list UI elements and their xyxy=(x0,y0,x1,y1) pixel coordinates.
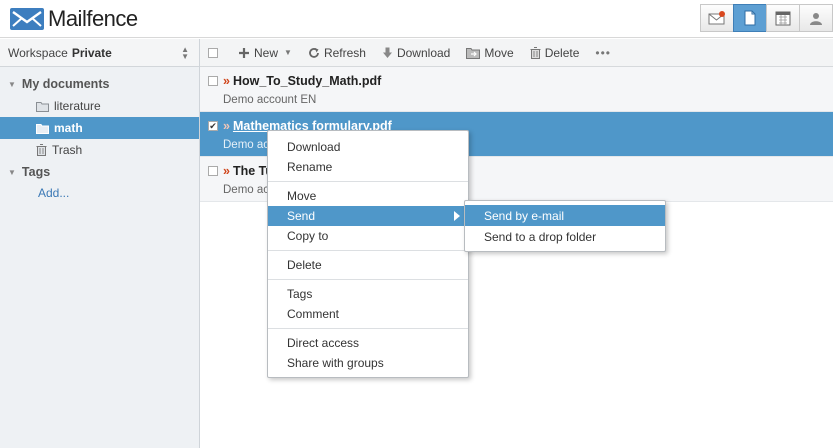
delete-label: Delete xyxy=(544,45,580,60)
menu-separator xyxy=(268,181,468,182)
row-checkbox[interactable] xyxy=(208,166,218,176)
move-label: Move xyxy=(484,45,514,60)
menu-item-direct-access[interactable]: Direct access xyxy=(268,333,468,353)
download-label: Download xyxy=(396,45,451,60)
more-dots-icon: ••• xyxy=(595,45,611,60)
menu-item-download[interactable]: Download xyxy=(268,137,468,157)
trash-icon xyxy=(36,144,47,156)
folder-label: math xyxy=(54,121,83,135)
folder-label: Trash xyxy=(52,143,83,157)
menu-item-share-with-groups[interactable]: Share with groups xyxy=(268,353,468,373)
menu-item-rename[interactable]: Rename xyxy=(268,157,468,177)
select-all-checkbox[interactable] xyxy=(208,47,218,58)
mailfence-logo[interactable]: Mailfence xyxy=(10,6,138,32)
workspace-label: Workspace xyxy=(8,45,68,60)
plus-icon xyxy=(238,47,250,59)
my-documents-section[interactable]: ▼ My documents xyxy=(0,73,199,95)
delete-button[interactable]: Delete xyxy=(524,42,586,64)
new-button[interactable]: New ▼ xyxy=(232,42,298,64)
menu-item-delete[interactable]: Delete xyxy=(268,255,468,275)
menu-item-comment[interactable]: Comment xyxy=(268,304,468,324)
more-options-button[interactable]: ••• xyxy=(589,42,617,64)
documents-app-button[interactable] xyxy=(733,4,767,32)
menu-separator xyxy=(268,279,468,280)
download-icon xyxy=(382,47,393,59)
document-name[interactable]: » How_To_Study_Math.pdf xyxy=(223,74,381,88)
submenu-arrow-icon xyxy=(454,211,460,221)
menu-item-tags[interactable]: Tags xyxy=(268,284,468,304)
menu-item-send-label: Send xyxy=(287,209,316,223)
folder-label: literature xyxy=(54,99,101,113)
my-documents-label: My documents xyxy=(21,77,110,91)
menu-item-copy-to[interactable]: Copy to xyxy=(268,226,468,246)
document-name[interactable]: » The Tu xyxy=(223,164,273,178)
app-name: Mailfence xyxy=(48,6,138,31)
documents-icon xyxy=(744,10,756,26)
folder-icon xyxy=(36,101,49,112)
refresh-button[interactable]: Refresh xyxy=(302,42,372,64)
folder-icon xyxy=(36,123,49,134)
folder-math[interactable]: math xyxy=(0,117,199,139)
expand-triangle-icon: ▼ xyxy=(8,79,16,89)
calendar-app-button[interactable] xyxy=(766,4,800,32)
document-name-text: How_To_Study_Math.pdf xyxy=(232,74,382,88)
mail-icon xyxy=(708,11,725,25)
move-button[interactable]: Move xyxy=(460,42,519,64)
workspace-selector[interactable]: Workspace Private ▲ ▼ xyxy=(0,39,199,67)
mail-app-button[interactable] xyxy=(700,4,734,32)
row-checkbox[interactable] xyxy=(208,76,218,86)
sidebar: Workspace Private ▲ ▼ ▼ My documents lite… xyxy=(0,39,200,448)
move-icon xyxy=(466,47,481,59)
folder-literature[interactable]: literature xyxy=(0,95,199,117)
workspace-value: Private xyxy=(71,45,112,60)
document-owner: Demo account EN xyxy=(223,94,317,106)
row-checkbox[interactable]: ✔ xyxy=(208,121,218,131)
refresh-label: Refresh xyxy=(323,45,366,60)
menu-item-send-by-email[interactable]: Send by e-mail xyxy=(465,205,665,226)
tags-section[interactable]: ▼ Tags xyxy=(0,161,199,183)
expand-triangle-icon: ▼ xyxy=(8,167,16,177)
tags-label: Tags xyxy=(21,165,51,179)
menu-item-move[interactable]: Move xyxy=(268,186,468,206)
app-switcher xyxy=(700,4,833,32)
send-submenu: Send by e-mail Send to a drop folder xyxy=(464,200,666,252)
trash-icon xyxy=(530,46,541,59)
refresh-icon xyxy=(308,47,320,59)
add-tag-link[interactable]: Add... xyxy=(0,183,199,203)
menu-item-send-to-drop-folder[interactable]: Send to a drop folder xyxy=(465,226,665,247)
caret-down-icon[interactable]: ▼ xyxy=(284,48,292,57)
calendar-icon xyxy=(775,11,791,26)
up-down-arrows-icon: ▲ ▼ xyxy=(181,45,189,61)
logo-icon xyxy=(10,8,44,30)
app-header: Mailfence xyxy=(0,0,833,38)
document-row[interactable]: » How_To_Study_Math.pdf Demo account EN xyxy=(200,67,833,112)
pdf-marker-icon: » xyxy=(223,119,230,133)
menu-separator xyxy=(268,250,468,251)
folder-trash[interactable]: Trash xyxy=(0,139,199,161)
contacts-icon xyxy=(810,13,822,25)
document-toolbar: New ▼ Refresh Download Move Delete ••• xyxy=(200,39,833,67)
download-button[interactable]: Download xyxy=(376,42,456,64)
menu-item-send[interactable]: Send xyxy=(268,206,468,226)
context-menu: Download Rename Move Send Copy to Delete… xyxy=(267,130,469,378)
pdf-marker-icon: » xyxy=(223,164,230,178)
pdf-marker-icon: » xyxy=(223,74,230,88)
menu-separator xyxy=(268,328,468,329)
new-label: New xyxy=(254,45,279,60)
contacts-app-button[interactable] xyxy=(799,4,833,32)
